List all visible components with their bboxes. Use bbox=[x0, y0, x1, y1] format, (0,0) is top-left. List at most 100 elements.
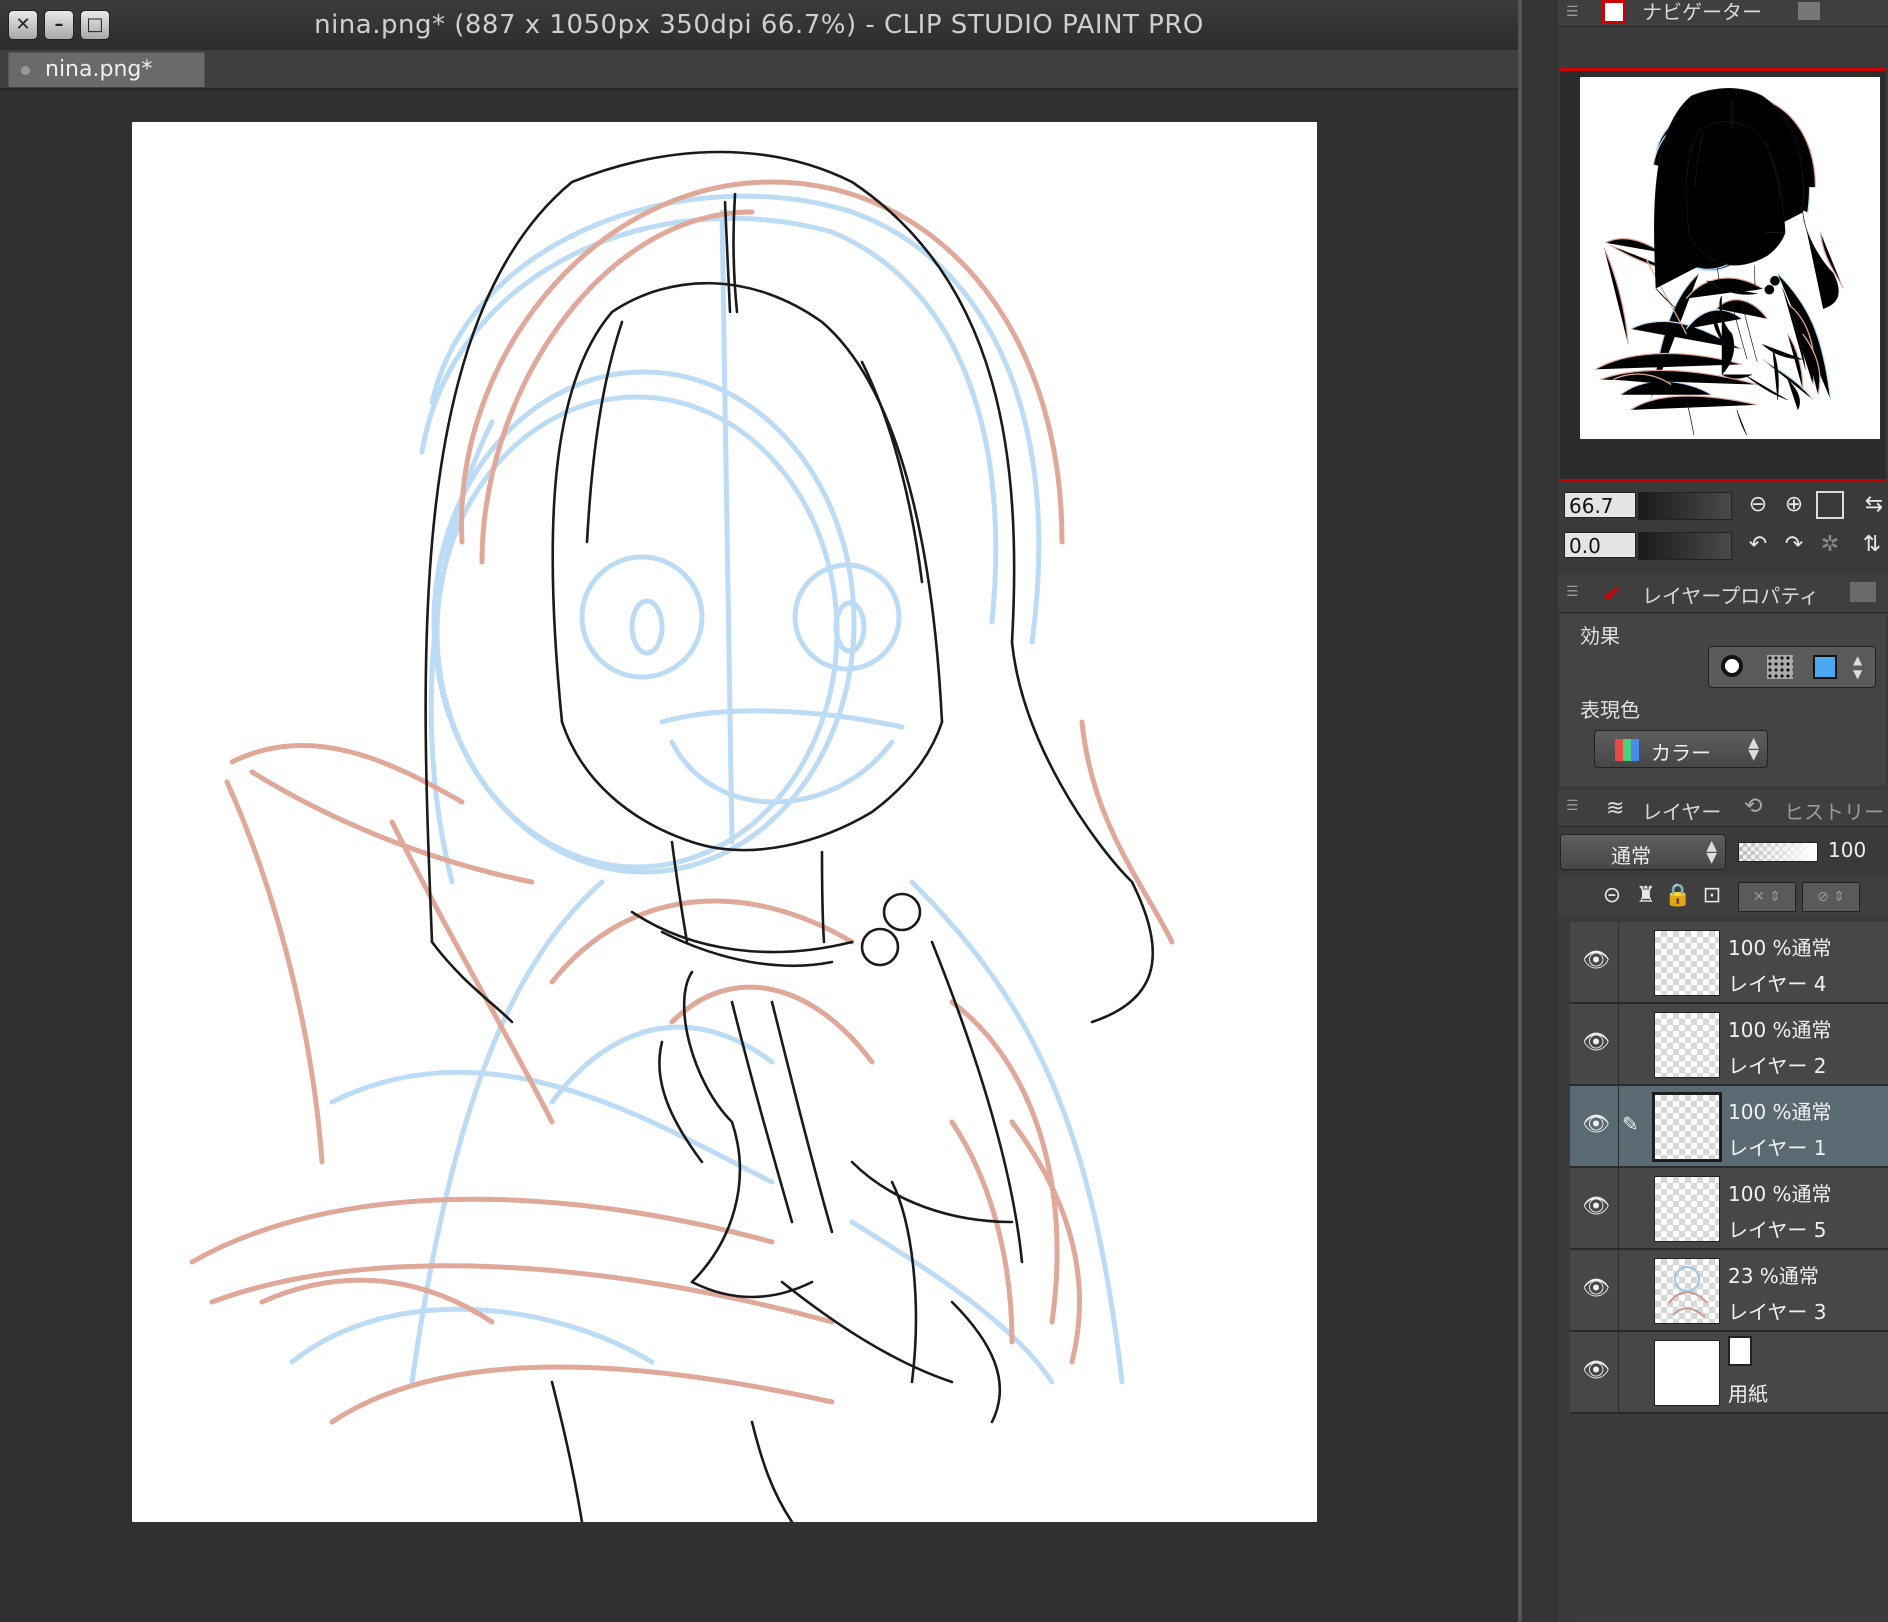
layer-name[interactable]: レイヤー 4 bbox=[1728, 968, 1826, 997]
layer-column-divider bbox=[1618, 1168, 1619, 1248]
rotation-value-field[interactable]: 0.0 bbox=[1564, 532, 1636, 558]
layer-name[interactable]: レイヤー 3 bbox=[1728, 1296, 1826, 1325]
expression-color-label: 表現色 bbox=[1580, 698, 1640, 722]
visibility-eye-icon[interactable]: 👁 bbox=[1582, 1358, 1610, 1386]
layer-name[interactable]: レイヤー 1 bbox=[1728, 1132, 1826, 1161]
panel-menu-icon[interactable]: ☰ bbox=[1566, 4, 1582, 20]
border-effect-icon[interactable] bbox=[1721, 655, 1743, 677]
right-panel-dock: ☰ ナビゲーター 66.7 ⊖ ⊕ ⇆ 0.0 ↶ ↷ ✲ ⇅ ☰ ✔ レイヤー… bbox=[1558, 0, 1888, 1622]
layer-opacity-mode: 23 %通常 bbox=[1728, 1264, 1819, 1288]
reference-layer-icon[interactable]: ♜ bbox=[1632, 882, 1660, 910]
navigator-tab-icon bbox=[1602, 0, 1626, 24]
lock-layer-icon[interactable]: 🔒 bbox=[1664, 882, 1692, 910]
reset-rotation-icon[interactable]: ✲ bbox=[1816, 531, 1844, 559]
rotation-slider[interactable] bbox=[1638, 532, 1732, 560]
layer-property-tab-label[interactable]: レイヤープロパティ bbox=[1642, 580, 1819, 609]
blend-mode-value: 通常 bbox=[1611, 844, 1651, 868]
lock-transparency-icon[interactable]: ⊡ bbox=[1698, 882, 1726, 910]
effect-buttons: ▲ ▼ bbox=[1708, 646, 1876, 688]
navigator-tab-label[interactable]: ナビゲーター bbox=[1642, 0, 1762, 25]
mask-toggle-icon[interactable]: ✕ ⇕ bbox=[1738, 882, 1796, 912]
zoom-in-icon[interactable]: ⊕ bbox=[1780, 491, 1808, 519]
layer-row[interactable]: 👁 100 %通常レイヤー 4 bbox=[1570, 922, 1888, 1004]
document-window: ✕ – □ nina.png* (887 x 1050px 350dpi 66.… bbox=[0, 0, 1518, 1622]
sketch-artwork bbox=[189, 150, 1175, 1522]
layer-list: 👁 100 %通常 レイヤー 4 👁 100 %通常 レイヤー 2 👁 ✎ 100 %通常 レイヤ… bbox=[1570, 922, 1888, 1622]
layer-color-icon[interactable] bbox=[1813, 655, 1837, 679]
effect-stepper-icon[interactable]: ▲ ▼ bbox=[1853, 653, 1862, 681]
layer-row[interactable]: 👁 100 %通常レイヤー 5 bbox=[1570, 1168, 1888, 1250]
tone-effect-icon[interactable] bbox=[1767, 655, 1793, 679]
ruler-toggle-icon[interactable]: ⊘ ⇕ bbox=[1802, 882, 1860, 912]
layer-property-alt-tab-icon[interactable] bbox=[1850, 582, 1876, 602]
visibility-eye-icon[interactable]: 👁 bbox=[1582, 1194, 1610, 1222]
drawing-canvas[interactable] bbox=[132, 122, 1317, 1522]
history-tab-icon: ⟲ bbox=[1744, 794, 1763, 819]
red-sketch-lines bbox=[189, 179, 1175, 1425]
layer-tab-label[interactable]: レイヤー bbox=[1642, 796, 1721, 825]
visibility-eye-icon[interactable]: 👁 bbox=[1582, 1276, 1610, 1304]
layer-opacity-mode: 100 %通常 bbox=[1728, 1182, 1832, 1206]
visibility-eye-icon[interactable]: 👁 bbox=[1582, 948, 1610, 976]
opacity-value[interactable]: 100 bbox=[1828, 838, 1866, 862]
rotate-left-icon[interactable]: ↶ bbox=[1744, 531, 1772, 559]
navigator-alt-tab-icon[interactable] bbox=[1798, 2, 1820, 20]
document-tab-label: nina.png* bbox=[45, 57, 153, 82]
clip-to-layer-icon[interactable]: ⊝ bbox=[1598, 882, 1626, 910]
layer-toolbar: ⊝ ♜ 🔒 ⊡ ✕ ⇕ ⊘ ⇕ bbox=[1558, 876, 1888, 916]
navigator-panel-header: ☰ ナビゲーター bbox=[1558, 0, 1888, 27]
expression-color-select[interactable]: カラー ▲ ▼ bbox=[1594, 730, 1768, 768]
navigator-thumbnail[interactable] bbox=[1580, 77, 1880, 439]
layer-name[interactable]: 用紙 bbox=[1728, 1378, 1768, 1407]
zoom-slider[interactable] bbox=[1638, 492, 1732, 520]
layer-opacity-mode: 100 %通常 bbox=[1728, 936, 1832, 960]
layer-column-divider bbox=[1618, 1250, 1619, 1330]
rotate-right-icon[interactable]: ↷ bbox=[1780, 531, 1808, 559]
layer-column-divider bbox=[1618, 1004, 1619, 1084]
history-tab-label[interactable]: ヒストリー bbox=[1784, 796, 1884, 825]
layer-name[interactable]: レイヤー 2 bbox=[1728, 1050, 1826, 1079]
expression-color-value: カラー bbox=[1651, 741, 1711, 765]
layer-property-panel-header: ☰ ✔ レイヤープロパティ bbox=[1558, 574, 1888, 613]
layer-thumbnail[interactable] bbox=[1654, 1258, 1720, 1324]
zoom-value-field[interactable]: 66.7 bbox=[1564, 492, 1636, 518]
unsaved-dot-icon bbox=[21, 66, 30, 75]
panel-menu-icon[interactable]: ☰ bbox=[1566, 584, 1582, 600]
fit-to-window-icon[interactable] bbox=[1816, 491, 1844, 519]
document-tab-strip: nina.png* bbox=[0, 50, 1518, 90]
effect-label: 効果 bbox=[1580, 624, 1620, 648]
flip-horizontal-icon[interactable]: ⇆ bbox=[1860, 491, 1888, 519]
layer-thumbnail[interactable] bbox=[1654, 1340, 1720, 1406]
layer-thumbnail[interactable] bbox=[1654, 1012, 1720, 1078]
select-arrows-icon: ▲ ▼ bbox=[1748, 735, 1759, 763]
layer-opacity-mode: 100 %通常 bbox=[1728, 1100, 1832, 1124]
blue-sketch-lines bbox=[289, 193, 1125, 1385]
select-arrows-icon: ▲ ▼ bbox=[1706, 838, 1717, 866]
layer-row[interactable]: 👁 100 %通常 レイヤー 2 bbox=[1570, 1004, 1888, 1086]
zoom-out-icon[interactable]: ⊖ bbox=[1744, 491, 1772, 519]
canvas-area[interactable] bbox=[6, 90, 1516, 1622]
layer-column-divider bbox=[1618, 1086, 1619, 1166]
layer-thumbnail[interactable] bbox=[1652, 1092, 1722, 1162]
window-title: nina.png* (887 x 1050px 350dpi 66.7%) - … bbox=[314, 10, 1204, 40]
navigator-thumbnail-art bbox=[1594, 88, 1844, 436]
visibility-eye-icon[interactable]: 👁 bbox=[1582, 1030, 1610, 1058]
visibility-eye-icon[interactable]: 👁 bbox=[1582, 1112, 1610, 1140]
blend-mode-select[interactable]: 通常 ▲ ▼ bbox=[1560, 834, 1726, 870]
document-tab[interactable]: nina.png* bbox=[8, 52, 205, 87]
layer-row[interactable]: 👁 ✎ 100 %通常レイヤー 1 bbox=[1570, 1086, 1888, 1168]
flip-vertical-icon[interactable]: ⇅ bbox=[1858, 531, 1886, 559]
panel-menu-icon[interactable]: ☰ bbox=[1566, 798, 1582, 814]
paper-document-icon bbox=[1728, 1336, 1752, 1366]
layer-row[interactable]: 👁 用紙 bbox=[1570, 1332, 1888, 1414]
opacity-slider[interactable] bbox=[1738, 842, 1818, 862]
layer-thumbnail[interactable] bbox=[1654, 1176, 1720, 1242]
layer-property-tab-icon: ✔ bbox=[1602, 580, 1623, 608]
layer-row[interactable]: 👁 23 %通常レイヤー 3 bbox=[1570, 1250, 1888, 1332]
layer-name[interactable]: レイヤー 5 bbox=[1728, 1214, 1826, 1243]
title-bar: ✕ – □ nina.png* (887 x 1050px 350dpi 66.… bbox=[0, 0, 1518, 51]
navigator-preview[interactable] bbox=[1560, 68, 1886, 482]
editing-pen-icon: ✎ bbox=[1622, 1112, 1639, 1136]
layer-column-divider bbox=[1618, 922, 1619, 1002]
layer-thumbnail[interactable] bbox=[1654, 930, 1720, 996]
